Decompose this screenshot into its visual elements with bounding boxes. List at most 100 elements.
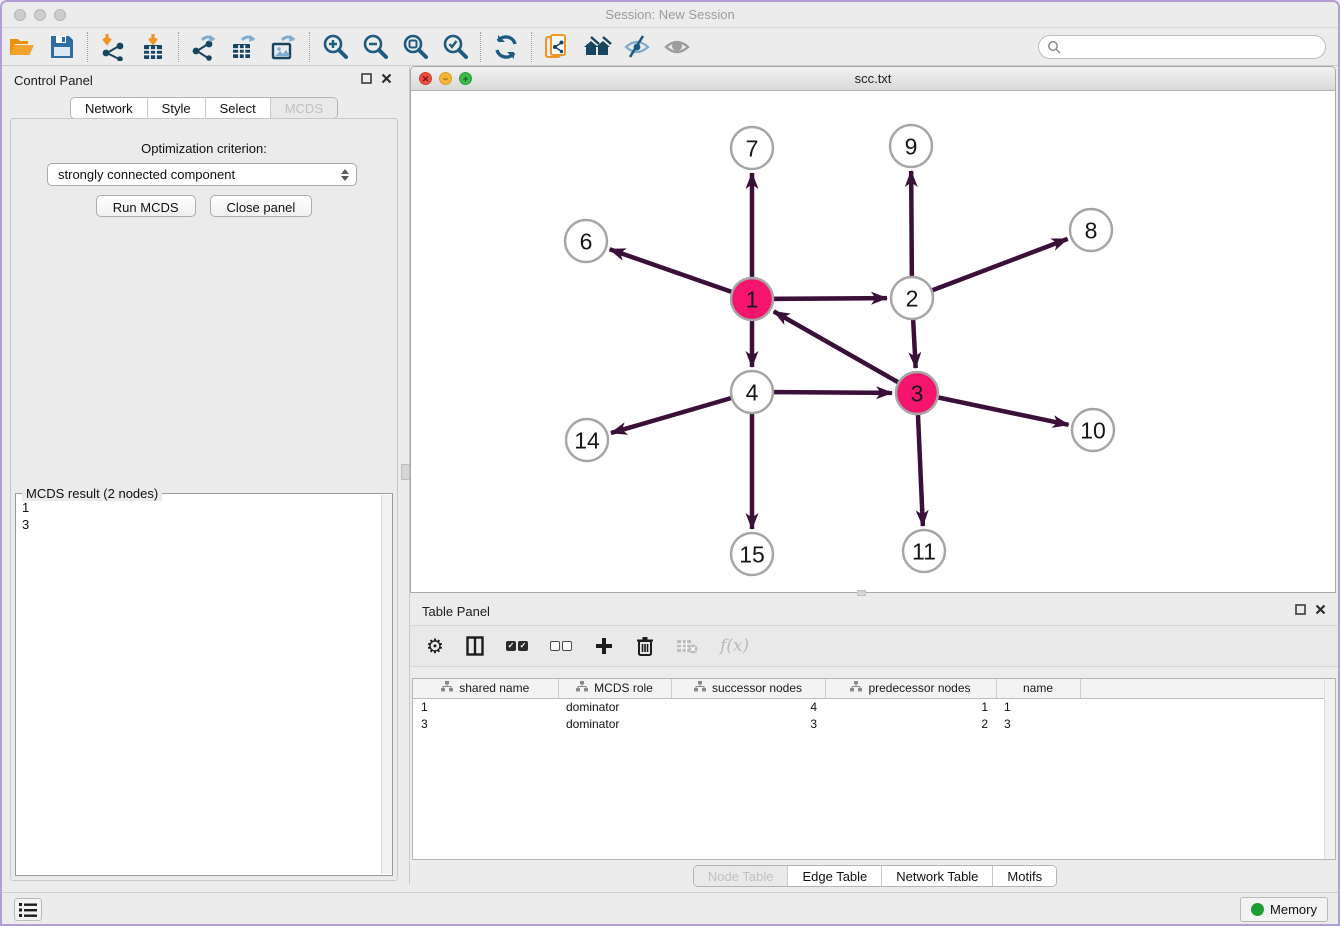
import-table-button[interactable] (133, 31, 173, 63)
column-header-shared-name[interactable]: shared name (413, 679, 558, 698)
open-session-button[interactable] (2, 31, 42, 63)
edge-3-10[interactable] (917, 393, 1069, 425)
table-row[interactable]: 3dominator323 (413, 715, 1335, 732)
list-icon (18, 902, 38, 918)
table-cell[interactable]: 3 (996, 715, 1080, 732)
network-window-titlebar[interactable]: ✕ − + scc.txt (411, 67, 1335, 91)
float-panel-icon[interactable] (1295, 604, 1306, 615)
network-canvas[interactable]: 7 9 6 8 1 2 4 3 14 10 15 11 (411, 91, 1335, 593)
task-history-button[interactable] (14, 898, 42, 921)
table-settings-button[interactable]: ⚙ (426, 633, 444, 659)
edge-2-8[interactable] (912, 239, 1068, 298)
table-scrollbar[interactable] (1324, 679, 1335, 859)
graph-node-2[interactable]: 2 (891, 277, 933, 319)
export-table-button[interactable] (224, 31, 264, 63)
tab-node-table[interactable]: Node Table (694, 866, 789, 886)
graph-node-6[interactable]: 6 (565, 220, 607, 262)
refresh-icon (492, 33, 520, 61)
graph-node-8[interactable]: 8 (1070, 209, 1112, 251)
graph-node-3[interactable]: 3 (896, 372, 938, 414)
table-cell[interactable]: 4 (671, 698, 825, 715)
table-cell[interactable]: 1 (413, 698, 558, 715)
float-panel-icon[interactable] (361, 73, 372, 84)
graph-node-4[interactable]: 4 (731, 371, 773, 413)
checked-box-icon: ✓ (518, 641, 528, 651)
run-mcds-button[interactable]: Run MCDS (96, 195, 196, 217)
show-all-button[interactable] (657, 31, 697, 63)
network-graph[interactable]: 7 9 6 8 1 2 4 3 14 10 15 11 (411, 91, 1336, 593)
close-panel-icon[interactable] (381, 73, 392, 84)
horizontal-split-handle[interactable] (857, 590, 866, 596)
zoom-fit-button[interactable] (395, 31, 435, 63)
node-label: 6 (580, 228, 593, 254)
select-all-columns-button[interactable]: ✓✓ (506, 633, 528, 659)
table-row[interactable]: 1dominator411 (413, 698, 1335, 715)
search-input[interactable] (1061, 40, 1311, 55)
copy-network-button[interactable] (537, 31, 577, 63)
memory-button[interactable]: Memory (1240, 897, 1328, 922)
toolbar-separator (178, 32, 179, 62)
mcds-result-line: 3 (22, 516, 375, 533)
table-cell[interactable]: 2 (825, 715, 996, 732)
column-header-successor-nodes[interactable]: successor nodes (671, 679, 825, 698)
houses-icon (582, 33, 612, 61)
first-neighbors-button[interactable] (577, 31, 617, 63)
save-session-button[interactable] (42, 31, 82, 63)
show-columns-button[interactable] (466, 633, 484, 659)
zoom-in-button[interactable] (315, 31, 355, 63)
criterion-dropdown[interactable]: strongly connected component (47, 163, 357, 186)
tab-style[interactable]: Style (148, 98, 206, 118)
create-column-button[interactable] (594, 633, 614, 659)
delete-table-icon (676, 637, 698, 655)
graph-node-9[interactable]: 9 (890, 125, 932, 167)
table-cell[interactable]: 1 (996, 698, 1080, 715)
table-cell[interactable]: 1 (825, 698, 996, 715)
delete-column-button[interactable] (636, 633, 654, 659)
table-cell[interactable]: dominator (558, 715, 671, 732)
tab-select[interactable]: Select (206, 98, 271, 118)
table-cell[interactable]: dominator (558, 698, 671, 715)
mcds-result-list[interactable]: 13 (16, 496, 381, 873)
column-header-MCDS-role[interactable]: MCDS role (558, 679, 671, 698)
zoom-selected-button[interactable] (435, 31, 475, 63)
import-network-button[interactable] (93, 31, 133, 63)
table-cell[interactable]: 3 (671, 715, 825, 732)
node-label: 14 (574, 427, 600, 453)
tab-network-table[interactable]: Network Table (882, 866, 993, 886)
refresh-layout-button[interactable] (486, 31, 526, 63)
edge-3-1[interactable] (774, 311, 917, 393)
hide-selected-button[interactable] (617, 31, 657, 63)
tree-icon (441, 681, 453, 695)
export-network-button[interactable] (184, 31, 224, 63)
column-header-name[interactable]: name (996, 679, 1080, 698)
import-table-icon (139, 33, 167, 61)
graph-node-10[interactable]: 10 (1072, 409, 1114, 451)
save-icon (49, 34, 75, 60)
table-cell[interactable]: 3 (413, 715, 558, 732)
zoom-in-icon (321, 33, 349, 61)
unselect-all-columns-button[interactable] (550, 633, 572, 659)
tree-icon (850, 681, 862, 695)
close-panel-icon[interactable] (1315, 604, 1326, 615)
tab-motifs[interactable]: Motifs (993, 866, 1056, 886)
graph-node-7[interactable]: 7 (731, 127, 773, 169)
graph-node-14[interactable]: 14 (566, 419, 608, 461)
table-toolbar: ⚙ ✓✓ f(x) (410, 625, 1340, 667)
mcds-result-scrollbar[interactable] (381, 495, 392, 874)
edge-1-6[interactable] (610, 249, 752, 299)
graph-node-11[interactable]: 11 (903, 530, 945, 572)
search-field[interactable] (1038, 35, 1326, 59)
function-builder-button-disabled: f(x) (720, 633, 749, 659)
graph-node-1[interactable]: 1 (731, 278, 773, 320)
optimization-criterion-label: Optimization criterion: (11, 141, 397, 156)
tab-edge-table[interactable]: Edge Table (788, 866, 882, 886)
node-label: 4 (746, 379, 759, 405)
close-panel-button[interactable]: Close panel (210, 195, 313, 217)
graph-node-15[interactable]: 15 (731, 533, 773, 575)
column-header-predecessor-nodes[interactable]: predecessor nodes (825, 679, 996, 698)
zoom-out-button[interactable] (355, 31, 395, 63)
vertical-split-handle[interactable] (401, 464, 410, 480)
tab-network[interactable]: Network (71, 98, 148, 118)
tab-mcds[interactable]: MCDS (271, 98, 337, 118)
export-image-button[interactable] (264, 31, 304, 63)
